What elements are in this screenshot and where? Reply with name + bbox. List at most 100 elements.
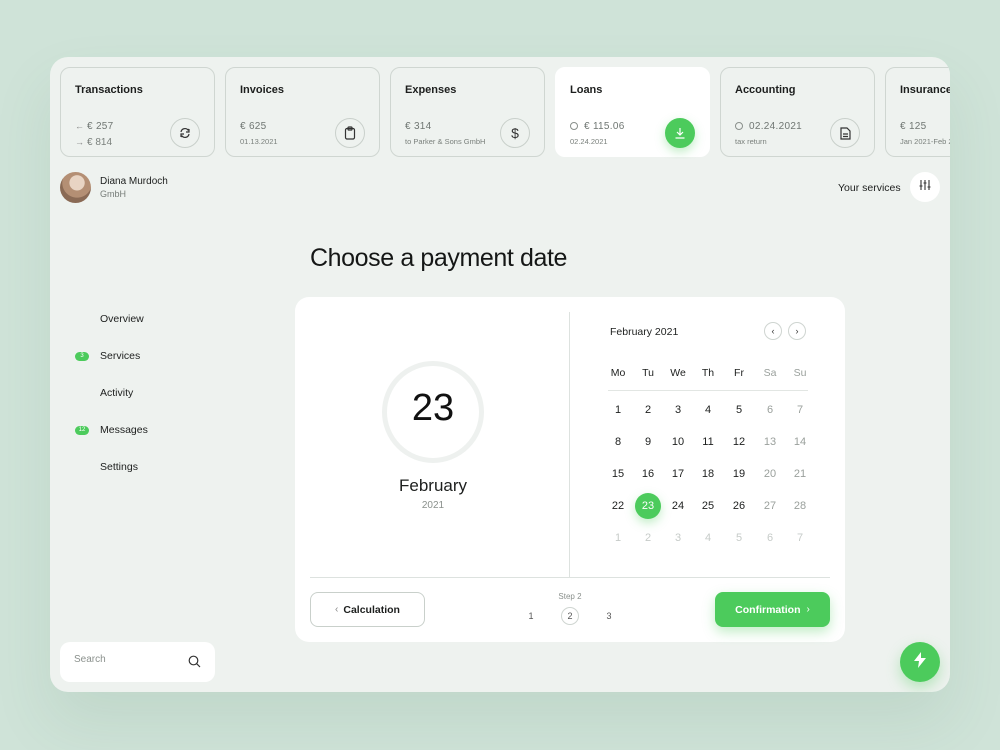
step-2[interactable]: 2 — [561, 607, 579, 625]
calendar-day[interactable]: 12 — [726, 429, 752, 455]
avatar[interactable] — [60, 172, 91, 203]
app-window: Transactions ← € 257 → € 814 Invoices € 62… — [50, 57, 950, 692]
card-title: Loans — [570, 84, 603, 96]
calendar-day[interactable]: 17 — [665, 461, 691, 487]
confirmation-button[interactable]: Confirmation › — [715, 592, 830, 627]
search-box — [60, 642, 215, 682]
arrow-left-icon: ← — [75, 121, 85, 131]
step-label: Step 2 — [558, 592, 582, 601]
card-subvalue: to Parker & Sons GmbH — [405, 137, 486, 146]
payment-date-panel: 23 February 2021 February 2021 ‹ › Mo Tu W… — [295, 297, 845, 642]
card-value: € 314 — [405, 121, 432, 132]
nav-item-services[interactable]: Services — [100, 350, 140, 362]
card-title: Transactions — [75, 84, 143, 96]
weekday-label: Su — [793, 367, 807, 379]
selected-day: 23 — [411, 387, 455, 429]
weekday-label: Fr — [734, 367, 744, 379]
calendar-day[interactable]: 28 — [787, 493, 813, 519]
calendar-day[interactable]: 21 — [787, 461, 813, 487]
calendar-day-next-month: 4 — [704, 532, 712, 544]
card-transactions[interactable]: Transactions ← € 257 → € 814 — [60, 67, 215, 157]
calendar-day[interactable]: 1 — [605, 397, 631, 423]
user-company: GmbH — [100, 189, 127, 199]
nav-item-messages[interactable]: Messages — [100, 424, 148, 436]
your-services-label: Your services — [838, 182, 901, 194]
card-value: 02.24.2021 — [749, 121, 803, 132]
card-expenses[interactable]: Expenses € 314 to Parker & Sons GmbH $ — [390, 67, 545, 157]
calendar-day[interactable]: 22 — [605, 493, 631, 519]
calendar-day[interactable]: 7 — [787, 397, 813, 423]
calendar-day[interactable]: 23 — [635, 493, 661, 519]
next-button-label: Confirmation — [735, 603, 801, 616]
calendar-day[interactable]: 10 — [665, 429, 691, 455]
calendar-month-label: February 2021 — [610, 326, 679, 338]
card-subvalue: 01.13.2021 — [240, 137, 278, 146]
calendar-day[interactable]: 2 — [635, 397, 661, 423]
filter-settings-button[interactable] — [910, 172, 940, 202]
calendar-day[interactable]: 19 — [726, 461, 752, 487]
nav-item-activity[interactable]: Activity — [100, 387, 133, 399]
calendar-day[interactable]: 16 — [635, 461, 661, 487]
card-value: € 115.06 — [584, 121, 625, 132]
card-accounting[interactable]: Accounting 02.24.2021 tax return — [720, 67, 875, 157]
step-1[interactable]: 1 — [522, 607, 540, 625]
nav-badge-services: 3 — [75, 352, 89, 361]
download-icon[interactable] — [665, 118, 695, 148]
calendar-day-next-month: 6 — [766, 532, 774, 544]
card-title: Expenses — [405, 84, 457, 96]
step-3[interactable]: 3 — [600, 607, 618, 625]
card-invoices[interactable]: Invoices € 625 01.13.2021 — [225, 67, 380, 157]
search-input[interactable] — [74, 654, 174, 665]
calendar-day[interactable]: 8 — [605, 429, 631, 455]
weekday-label: Mo — [610, 367, 626, 379]
user-name: Diana Murdoch — [100, 176, 168, 187]
arrow-right-icon: → — [75, 137, 84, 147]
calendar-day[interactable]: 11 — [695, 429, 721, 455]
divider — [310, 577, 830, 578]
next-month-button[interactable]: › — [788, 322, 806, 340]
sliders-icon — [919, 178, 931, 196]
calendar-day[interactable]: 24 — [665, 493, 691, 519]
calendar-day[interactable]: 20 — [757, 461, 783, 487]
quick-action-button[interactable] — [900, 642, 940, 682]
calendar-day[interactable]: 18 — [695, 461, 721, 487]
back-calculation-button[interactable]: ‹ Calculation — [310, 592, 425, 627]
nav-item-settings[interactable]: Settings — [100, 461, 138, 473]
clock-icon — [735, 122, 743, 130]
calendar-day[interactable]: 3 — [665, 397, 691, 423]
calendar-day[interactable]: 5 — [726, 397, 752, 423]
calendar-day[interactable]: 15 — [605, 461, 631, 487]
nav-badge-messages: 12 — [75, 426, 89, 435]
clock-icon — [570, 122, 578, 130]
selected-month: February — [398, 476, 468, 495]
selected-year: 2021 — [421, 500, 445, 511]
calendar-day[interactable]: 14 — [787, 429, 813, 455]
card-insurances[interactable]: Insurances € 125 Jan 2021-Feb 20 — [885, 67, 950, 157]
exchange-icon[interactable] — [170, 118, 200, 148]
divider — [569, 312, 570, 577]
card-title: Invoices — [240, 84, 285, 96]
weekday-label: We — [670, 367, 686, 379]
weekday-label: Tu — [642, 367, 654, 379]
calendar-day[interactable]: 6 — [757, 397, 783, 423]
calendar-day[interactable]: 25 — [695, 493, 721, 519]
calendar-day[interactable]: 13 — [757, 429, 783, 455]
calendar-day[interactable]: 9 — [635, 429, 661, 455]
card-value: € 125 — [900, 121, 927, 132]
card-value: € 625 — [240, 121, 267, 132]
calendar-day[interactable]: 26 — [726, 493, 752, 519]
card-subvalue: tax return — [735, 137, 767, 146]
dollar-icon[interactable]: $ — [500, 118, 530, 148]
prev-month-button[interactable]: ‹ — [764, 322, 782, 340]
chevron-right-icon: › — [795, 326, 799, 336]
nav-item-overview[interactable]: Overview — [100, 313, 144, 325]
calendar-day[interactable]: 4 — [695, 397, 721, 423]
calendar-day-next-month: 3 — [674, 532, 682, 544]
page-title: Choose a payment date — [310, 244, 568, 272]
calendar-day-next-month: 2 — [644, 532, 652, 544]
document-icon[interactable] — [830, 118, 860, 148]
card-loans[interactable]: Loans € 115.06 02.24.2021 — [555, 67, 710, 157]
search-icon[interactable] — [188, 655, 201, 673]
clipboard-icon[interactable] — [335, 118, 365, 148]
calendar-day[interactable]: 27 — [757, 493, 783, 519]
